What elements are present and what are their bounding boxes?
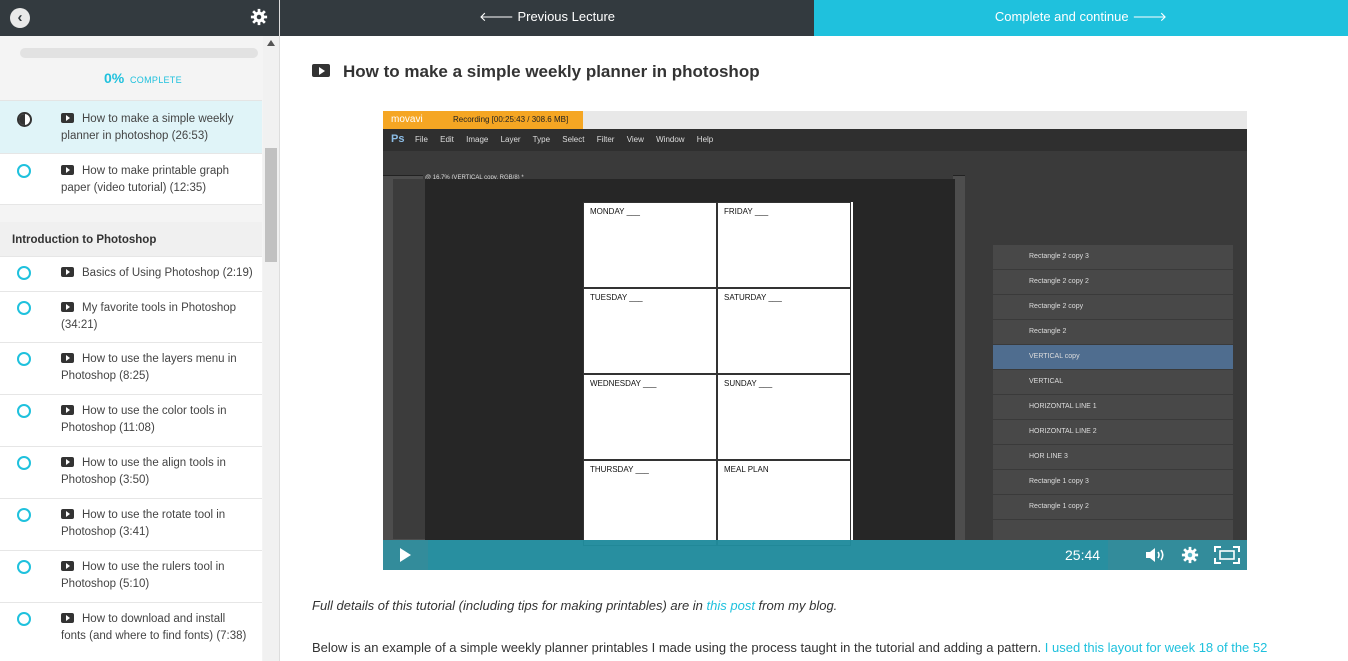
list-item[interactable]: My favorite tools in Photoshop (34:21) [0,292,262,343]
video-icon [61,113,74,123]
video-icon [61,165,74,175]
video-icon [61,302,74,312]
video-controls: 25:44 [383,540,1247,570]
list-item[interactable]: How to use the rotate tool in Photoshop … [0,499,262,551]
course-sidebar: ‹ 0% COMPLETE How to make a simple weekl… [0,0,280,661]
lecture-title: How to use the align tools in Photoshop … [61,457,226,486]
video-icon [61,561,74,571]
video-icon [312,64,330,77]
this-post-link[interactable]: this post [707,598,755,613]
complete-and-continue-button[interactable]: Complete and continue 🡒 [814,0,1348,36]
progress-label: COMPLETE [130,75,182,85]
ps-menubar: Ps File Edit Image Layer Type Select Fil… [383,129,1247,151]
ps-layers-panel: Rectangle 2 copy 3 Rectangle 2 copy 2 Re… [965,175,1247,540]
recorder-bar: movavi Recording [00:25:43 / 308.6 MB] [383,111,1247,129]
incomplete-circle-icon [17,404,31,418]
list-item[interactable]: How to make printable graph paper (video… [0,154,262,205]
recording-status: Recording [00:25:43 / 308.6 MB] [453,115,569,124]
ps-toolbar [393,179,425,539]
description-paragraph-2: Below is an example of a simple weekly p… [312,640,1268,655]
ps-menu: File Edit Image Layer Type Select Filter… [415,135,714,144]
incomplete-circle-icon [17,612,31,626]
scrollbar-thumb[interactable] [265,148,277,262]
section-title: Introduction to Photoshop [12,234,157,246]
settings-gear-icon[interactable] [1181,546,1199,564]
incomplete-circle-icon [17,301,31,315]
incomplete-circle-icon [17,352,31,366]
volume-icon[interactable] [1145,547,1167,563]
incomplete-circle-icon [17,164,31,178]
video-icon [61,353,74,363]
recorder-logo: movavi [391,114,423,125]
list-item[interactable]: How to make a simple weekly planner in p… [0,101,262,154]
chevron-left-icon: ‹ [17,9,23,26]
section-header: Introduction to Photoshop [0,222,262,257]
lecture-title: How to use the rotate tool in Photoshop … [61,509,226,538]
ps-canvas: MONDAY ___ FRIDAY ___ TUESDAY ___ SATURD… [425,179,955,546]
lecture-title: How to use the color tools in Photoshop … [61,405,227,434]
video-time: 25:44 [1065,547,1101,563]
play-icon[interactable] [400,548,411,562]
lecture-list: 0% COMPLETE How to make a simple weekly … [0,36,262,661]
incomplete-circle-icon [17,508,31,522]
fullscreen-icon[interactable] [1214,546,1240,564]
video-player[interactable]: movavi Recording [00:25:43 / 308.6 MB] P… [383,111,1247,570]
description-paragraph: Full details of this tutorial (including… [312,598,838,613]
lecture-title: How to use the rulers tool in Photoshop … [61,561,225,590]
video-icon [61,613,74,623]
lecture-title: My favorite tools in Photoshop (34:21) [61,302,237,331]
gear-icon[interactable] [250,8,268,26]
list-item[interactable]: How to use the rulers tool in Photoshop … [0,551,262,603]
course-progress: 0% COMPLETE [0,36,262,101]
lecture-title: Basics of Using Photoshop (2:19) [82,267,253,279]
progress-percent: 0% [104,70,125,86]
sidebar-scrollbar[interactable] [263,36,279,661]
incomplete-circle-icon [17,456,31,470]
list-item[interactable]: How to use the color tools in Photoshop … [0,395,262,447]
lecture-title: How to make a simple weekly planner in p… [61,113,234,142]
progress-bar [20,48,258,58]
ps-options-bar [383,151,1247,176]
arrow-left-icon: 🡐 [478,9,518,24]
video-progress-bar[interactable] [428,540,1108,570]
week-18-link[interactable]: I used this layout for week 18 of the 52 [1045,640,1268,655]
in-progress-icon [17,112,32,127]
lecture-title: How to download and install fonts (and w… [61,613,247,642]
back-button[interactable]: ‹ [10,8,30,28]
page-title: How to make a simple weekly planner in p… [343,62,760,81]
video-icon [61,405,74,415]
arrow-right-icon: 🡒 [1128,9,1168,24]
list-item[interactable]: How to download and install fonts (and w… [0,603,262,661]
lecture-title: How to make printable graph paper (video… [61,165,230,194]
sidebar-header: ‹ [0,0,279,36]
scroll-up-arrow-icon[interactable] [267,40,275,46]
incomplete-circle-icon [17,560,31,574]
video-icon [61,509,74,519]
list-item[interactable]: How to use the layers menu in Photoshop … [0,343,262,395]
incomplete-circle-icon [17,266,31,280]
video-icon [61,267,74,277]
planner-page: MONDAY ___ FRIDAY ___ TUESDAY ___ SATURD… [583,202,853,546]
previous-lecture-button[interactable]: 🡐 Previous Lecture [280,0,814,36]
list-item[interactable]: How to use the align tools in Photoshop … [0,447,262,499]
list-item[interactable]: Basics of Using Photoshop (2:19) [0,257,262,292]
video-icon [61,457,74,467]
lecture-title: How to use the layers menu in Photoshop … [61,353,237,382]
